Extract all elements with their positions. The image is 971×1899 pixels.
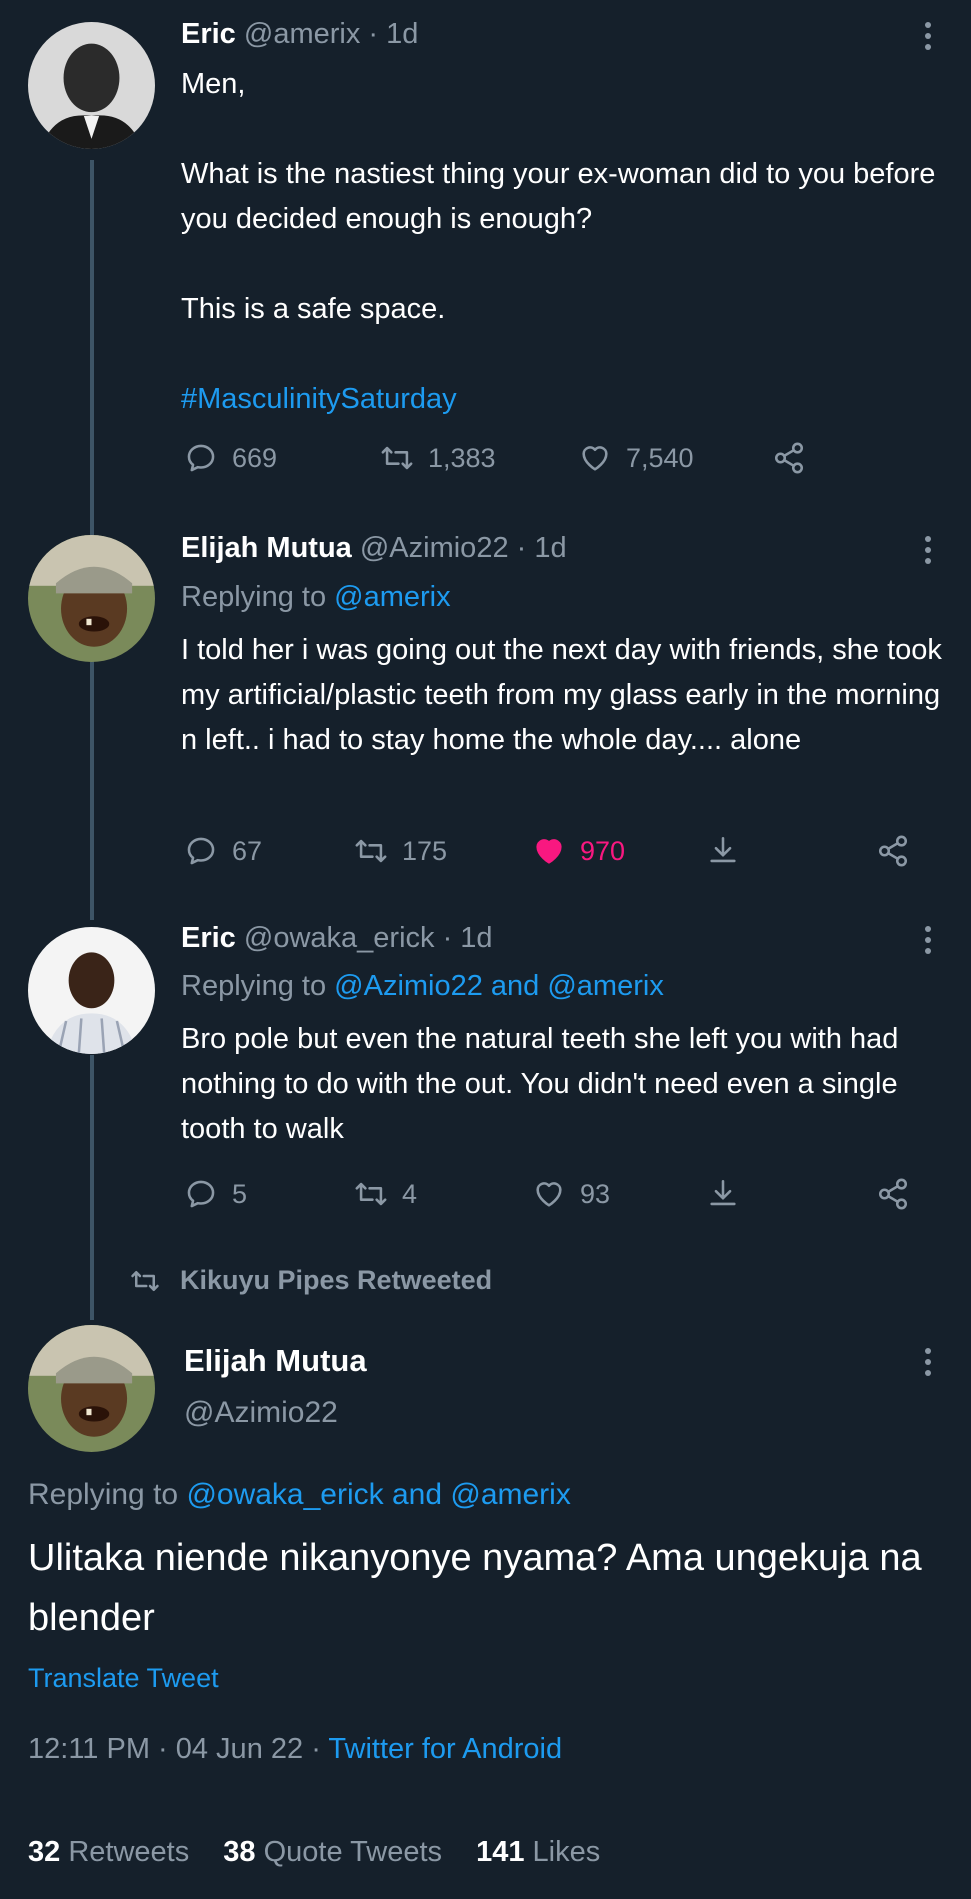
main-tweet-text: Ulitaka niende nikanyonye nyama? Ama ung… [28, 1537, 922, 1639]
tweet-text: I told her i was going out the next day … [181, 634, 942, 756]
avatar[interactable] [28, 1325, 155, 1452]
tweet-timestamp: 12:11 PM · 04 Jun 22 · Twitter for Andro… [28, 1733, 562, 1766]
retweets-count: 32 [28, 1836, 61, 1868]
retweet-button[interactable]: 1,383 [380, 441, 496, 475]
author-name[interactable]: Elijah Mutua [181, 532, 352, 564]
retweet-button[interactable]: 4 [354, 1177, 417, 1211]
thread-line-2 [90, 630, 94, 920]
avatar[interactable] [28, 535, 155, 662]
share-button[interactable] [876, 834, 924, 868]
reply-icon [187, 1180, 215, 1208]
retweets-label: Retweets [68, 1836, 190, 1868]
tweet-header: Eric @owaka_erick · 1d [181, 920, 493, 956]
more-icon[interactable] [923, 926, 933, 959]
reply-button[interactable]: 669 [184, 441, 277, 475]
retweet-icon [355, 839, 387, 863]
author-name[interactable]: Elijah Mutua [184, 1343, 367, 1379]
author-name[interactable]: Eric [181, 922, 236, 954]
replying-to-link[interactable]: @Azimio22 and @amerix [334, 970, 664, 1002]
quotes-label: Quote Tweets [263, 1836, 443, 1868]
replying-prefix: Replying to [181, 970, 327, 1002]
author-handle[interactable]: @Azimio22 [184, 1396, 338, 1430]
share-button[interactable] [772, 441, 820, 475]
tweet-text: Bro pole but even the natural teeth she … [181, 1023, 899, 1145]
thread-line-3 [90, 1055, 94, 1320]
download-button[interactable] [706, 1177, 754, 1211]
reply-icon [187, 837, 215, 865]
retweets-stat[interactable]: 32 Retweets [28, 1836, 189, 1868]
hashtag-link[interactable]: #MasculinitySaturday [181, 383, 457, 415]
heart-icon [536, 839, 562, 864]
heart-icon [536, 1182, 562, 1207]
reply-button[interactable]: 67 [184, 834, 262, 868]
like-button[interactable]: 970 [532, 834, 625, 868]
replying-to: Replying to @amerix [181, 579, 451, 615]
download-icon [710, 1179, 736, 1206]
tweet-time: · 1d [368, 18, 419, 50]
tweet-header: Eric @amerix · 1d [181, 16, 418, 52]
tweet-text: Men, What is the nastiest thing your ex-… [181, 62, 941, 422]
retweet-count: 175 [402, 835, 448, 866]
more-icon[interactable] [923, 1348, 933, 1381]
reply-count: 5 [232, 1178, 248, 1209]
heart-icon [582, 446, 608, 471]
like-count: 7,540 [626, 442, 694, 473]
replying-to: Replying to @owaka_erick and @amerix [28, 1478, 571, 1512]
likes-label: Likes [532, 1836, 601, 1868]
likes-stat[interactable]: 141 Likes [476, 1836, 600, 1868]
likes-count: 141 [476, 1836, 525, 1868]
like-button[interactable]: 93 [532, 1177, 610, 1211]
replying-prefix: Replying to [28, 1478, 179, 1511]
quotes-count: 38 [223, 1836, 256, 1868]
like-count: 93 [580, 1178, 611, 1209]
tweet-stats: 32 Retweets 38 Quote Tweets 141 Likes [28, 1836, 600, 1869]
retweet-button[interactable]: 175 [354, 834, 447, 868]
reply-count: 669 [232, 442, 278, 473]
reply-button[interactable]: 5 [184, 1177, 247, 1211]
replying-to-link[interactable]: @amerix [334, 581, 450, 613]
replying-prefix: Replying to [181, 581, 327, 613]
share-icon [774, 442, 804, 474]
reply-count: 67 [232, 835, 263, 866]
reply-icon [187, 444, 215, 472]
tweet-time: · 1d [516, 532, 567, 564]
tweet-header: Elijah Mutua @Azimio22 · 1d [181, 530, 567, 566]
timestamp-text: 12:11 PM · 04 Jun 22 · [28, 1733, 329, 1765]
retweet-icon [131, 1270, 159, 1291]
more-icon[interactable] [923, 22, 933, 55]
download-button[interactable] [706, 834, 754, 868]
author-handle[interactable]: @owaka_erick [244, 922, 435, 954]
author-handle[interactable]: @amerix [244, 18, 360, 50]
quotes-stat[interactable]: 38 Quote Tweets [223, 1836, 442, 1868]
share-icon [878, 835, 908, 867]
author-name[interactable]: Eric [181, 18, 236, 50]
retweet-icon [355, 1182, 387, 1206]
tweet-body: Men, What is the nastiest thing your ex-… [181, 68, 936, 325]
share-icon [878, 1178, 908, 1210]
author-handle[interactable]: @Azimio22 [360, 532, 509, 564]
replying-to-link[interactable]: @owaka_erick and @amerix [186, 1478, 570, 1511]
retweet-icon [381, 446, 413, 470]
share-button[interactable] [876, 1177, 924, 1211]
tweet-time: · 1d [442, 922, 493, 954]
thread-line-1 [90, 160, 94, 535]
avatar[interactable] [28, 22, 155, 149]
retweet-count: 4 [402, 1178, 418, 1209]
like-button[interactable]: 7,540 [578, 441, 694, 475]
retweeted-by[interactable]: Kikuyu Pipes Retweeted [180, 1265, 492, 1296]
like-count: 970 [580, 835, 626, 866]
retweeted-indicator: Kikuyu Pipes Retweeted [130, 1265, 492, 1296]
replying-to: Replying to @Azimio22 and @amerix [181, 968, 664, 1004]
download-icon [710, 836, 736, 863]
avatar[interactable] [28, 927, 155, 1054]
source-link[interactable]: Twitter for Android [328, 1733, 562, 1765]
translate-tweet-link[interactable]: Translate Tweet [28, 1663, 219, 1694]
more-icon[interactable] [923, 536, 933, 569]
retweet-count: 1,383 [428, 442, 496, 473]
